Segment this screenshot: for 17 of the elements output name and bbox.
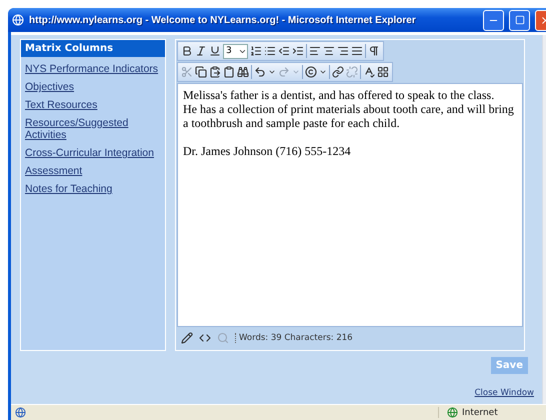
sidebar-link[interactable]: Notes for Teaching — [25, 183, 161, 195]
text-line: He has a collection of print materials about tooth care, and will bring — [183, 102, 515, 116]
sidebar-heading: Matrix Columns — [21, 40, 165, 57]
window-title: http://www.nylearns.org - Welcome to NYLearns.org! - Microsoft Internet Explorer — [29, 14, 417, 26]
sidebar-link[interactable]: NYS Performance Indicators — [25, 63, 161, 75]
word-count: Words: 39 Characters: 216 — [235, 333, 353, 343]
sidebar-link[interactable]: Resources/Suggested Activities — [25, 117, 161, 141]
text-line: Dr. James Johnson (716) 555-1234 — [183, 144, 352, 158]
sidebar-link[interactable]: Objectives — [25, 81, 161, 93]
text-line: Melissa's father is a dentist, and has offered to speak to the class. — [183, 88, 496, 102]
sidebar-link[interactable]: Assessment — [25, 165, 161, 177]
zone-label: Internet — [462, 408, 498, 418]
sidebar-link[interactable]: Text Resources — [25, 99, 161, 111]
text-line: a toothbrush and sample paste for each child. — [183, 116, 401, 130]
close-window-link[interactable]: Close Window — [474, 388, 534, 398]
font-size-select[interactable]: 3 — [223, 44, 248, 58]
sidebar-link[interactable]: Cross-Curricular Integration — [25, 147, 161, 159]
